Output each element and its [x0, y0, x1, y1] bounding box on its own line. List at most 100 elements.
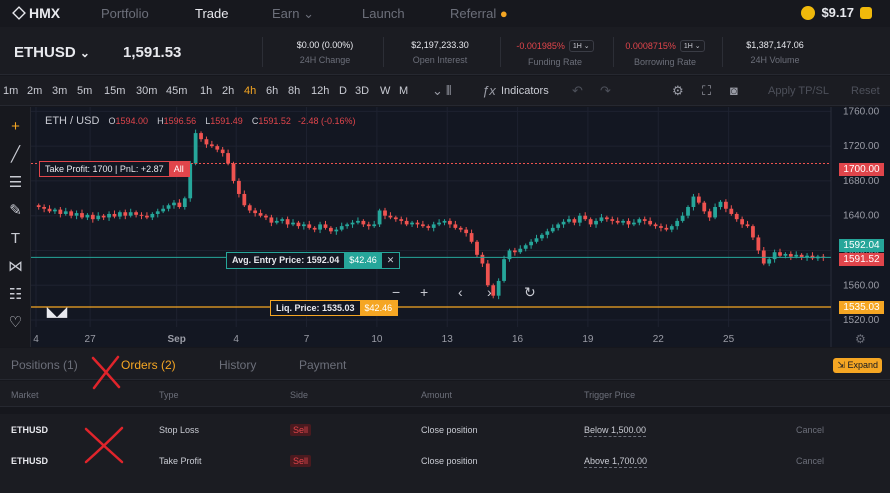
candle-body — [637, 219, 642, 223]
expand-icon: ⇲ — [837, 360, 845, 370]
candlestick-chart[interactable]: 1760.001720.001680.001640.001600.001560.… — [31, 107, 890, 347]
timeframe-6h[interactable]: 6h — [266, 85, 278, 97]
col-trigger-price: Trigger Price — [584, 390, 636, 400]
tab-orders[interactable]: Orders (2) — [121, 358, 176, 372]
interval-label: 1H — [572, 43, 582, 50]
x-tick-label: 19 — [582, 334, 594, 345]
x-tick-label: 27 — [85, 334, 97, 345]
chart-symbol: ETH / USD — [45, 115, 100, 127]
timeframe-D[interactable]: D — [339, 85, 347, 97]
chart-settings-icon[interactable]: ⚙ — [855, 332, 866, 346]
fullscreen-icon[interactable]: ⛶ — [702, 83, 711, 99]
candle-body — [518, 248, 523, 253]
row-trigger: Above 1,700.00 — [584, 456, 648, 468]
trendline-icon[interactable]: ╱ — [6, 145, 25, 164]
cancel-order-button[interactable]: Cancel — [796, 456, 824, 466]
timeframe-12h[interactable]: 12h — [311, 85, 329, 97]
timeframe-5m[interactable]: 5m — [77, 85, 92, 97]
chevron-down-icon[interactable]: ⌄ — [432, 83, 443, 99]
nav-launch[interactable]: Launch — [362, 6, 405, 21]
timeframe-3D[interactable]: 3D — [355, 85, 369, 97]
text-tool-icon[interactable]: T — [6, 229, 25, 248]
pattern-tool-icon[interactable]: ⋈ — [6, 257, 25, 276]
borrowing-interval-select[interactable]: 1H ⌄ — [679, 40, 705, 52]
close-all-button[interactable]: All — [168, 162, 189, 176]
scroll-right-icon[interactable]: › — [487, 284, 492, 300]
take-profit-order-tag[interactable]: Take Profit: 1700 | PnL: +2.87 All — [39, 161, 190, 177]
timeframe-8h[interactable]: 8h — [288, 85, 300, 97]
nav-trade[interactable]: Trade — [195, 6, 228, 21]
candle-body — [469, 233, 474, 242]
timeframe-M[interactable]: M — [399, 85, 408, 97]
timeframe-4h[interactable]: 4h — [244, 85, 256, 97]
timeframe-1m[interactable]: 1m — [3, 85, 18, 97]
low-value: 1591.49 — [210, 116, 243, 126]
wallet-balance[interactable]: $9.17 — [801, 5, 872, 20]
settings-gear-icon[interactable]: ⚙ — [672, 83, 684, 99]
row-trigger: Below 1,500.00 — [584, 425, 647, 437]
candle-body — [453, 224, 458, 228]
funding-interval-select[interactable]: 1H ⌄ — [568, 40, 594, 52]
candle-body — [431, 224, 436, 228]
pair-selector[interactable]: ETHUSD ⌄ — [14, 44, 90, 61]
expand-button[interactable]: ⇲ Expand — [833, 358, 882, 373]
timeframe-2h[interactable]: 2h — [222, 85, 234, 97]
price-chart[interactable]: 1760.001720.001680.001640.001600.001560.… — [31, 107, 890, 347]
col-type: Type — [159, 390, 179, 400]
timeframe-15m[interactable]: 15m — [104, 85, 125, 97]
function-icon[interactable]: ƒx — [482, 83, 496, 98]
tab-history[interactable]: History — [219, 358, 256, 372]
zoom-in-icon[interactable]: + — [420, 284, 428, 300]
candle-body — [437, 222, 442, 225]
brush-icon[interactable]: ✎ — [6, 201, 25, 220]
tab-positions[interactable]: Positions (1) — [11, 358, 78, 372]
apply-tpsl-button[interactable]: Apply TP/SL — [768, 85, 829, 97]
horizontal-lines-icon[interactable]: ☰ — [6, 173, 25, 192]
timeframe-45m[interactable]: 45m — [166, 85, 187, 97]
indicators-button[interactable]: Indicators — [501, 85, 549, 97]
candle-body — [610, 219, 615, 221]
hmx-logo[interactable]: HMX — [12, 5, 60, 21]
redo-icon[interactable]: ↷ — [600, 83, 611, 99]
favorites-heart-icon[interactable]: ♡ — [6, 313, 25, 332]
candlestick-type-icon[interactable]: ⫴ — [446, 83, 451, 99]
divider — [613, 37, 614, 67]
nav-portfolio[interactable]: Portfolio — [101, 6, 149, 21]
x-tick-label: 4 — [233, 334, 239, 345]
candle-body — [561, 221, 566, 225]
candle-body — [702, 202, 707, 212]
tab-payment[interactable]: Payment — [299, 358, 346, 372]
scroll-left-icon[interactable]: ‹ — [458, 284, 463, 300]
row-type: Take Profit — [159, 456, 202, 466]
timeframe-W[interactable]: W — [380, 85, 390, 97]
candle-body — [42, 207, 47, 209]
timeframe-1h[interactable]: 1h — [200, 85, 212, 97]
timeframe-3m[interactable]: 3m — [52, 85, 67, 97]
reset-chart-icon[interactable]: ↻ — [524, 284, 536, 301]
stat-value: 0.0008715% — [625, 41, 676, 51]
liq-price-axis-tag: 1535.03 — [839, 301, 884, 314]
nav-referral-label: Referral — [450, 6, 497, 21]
top-nav: HMX Portfolio Trade Earn ⌄ Launch Referr… — [0, 0, 890, 27]
candle-body — [523, 245, 528, 249]
candle-body — [615, 220, 620, 223]
nav-referral[interactable]: Referral ● — [450, 6, 508, 21]
nav-earn[interactable]: Earn ⌄ — [272, 6, 314, 22]
camera-icon[interactable]: ◙ — [730, 83, 738, 98]
candle-body — [107, 213, 111, 218]
candle-body — [177, 202, 182, 207]
measure-tool-icon[interactable]: ☷ — [6, 285, 25, 304]
candle-body — [166, 205, 171, 209]
close-icon[interactable]: ✕ — [381, 253, 400, 268]
timeframe-2m[interactable]: 2m — [27, 85, 42, 97]
cancel-order-button[interactable]: Cancel — [796, 425, 824, 435]
reset-button[interactable]: Reset — [851, 85, 880, 97]
candle-body — [134, 212, 138, 215]
timeframe-30m[interactable]: 30m — [136, 85, 157, 97]
crosshair-icon[interactable]: + — [6, 117, 25, 136]
candle-body — [475, 241, 479, 255]
zoom-out-icon[interactable]: − — [392, 284, 400, 300]
undo-icon[interactable]: ↶ — [572, 83, 583, 99]
entry-price-tag[interactable]: Avg. Entry Price: 1592.04 $42.46 ✕ — [226, 252, 401, 269]
candle-body — [788, 253, 793, 257]
